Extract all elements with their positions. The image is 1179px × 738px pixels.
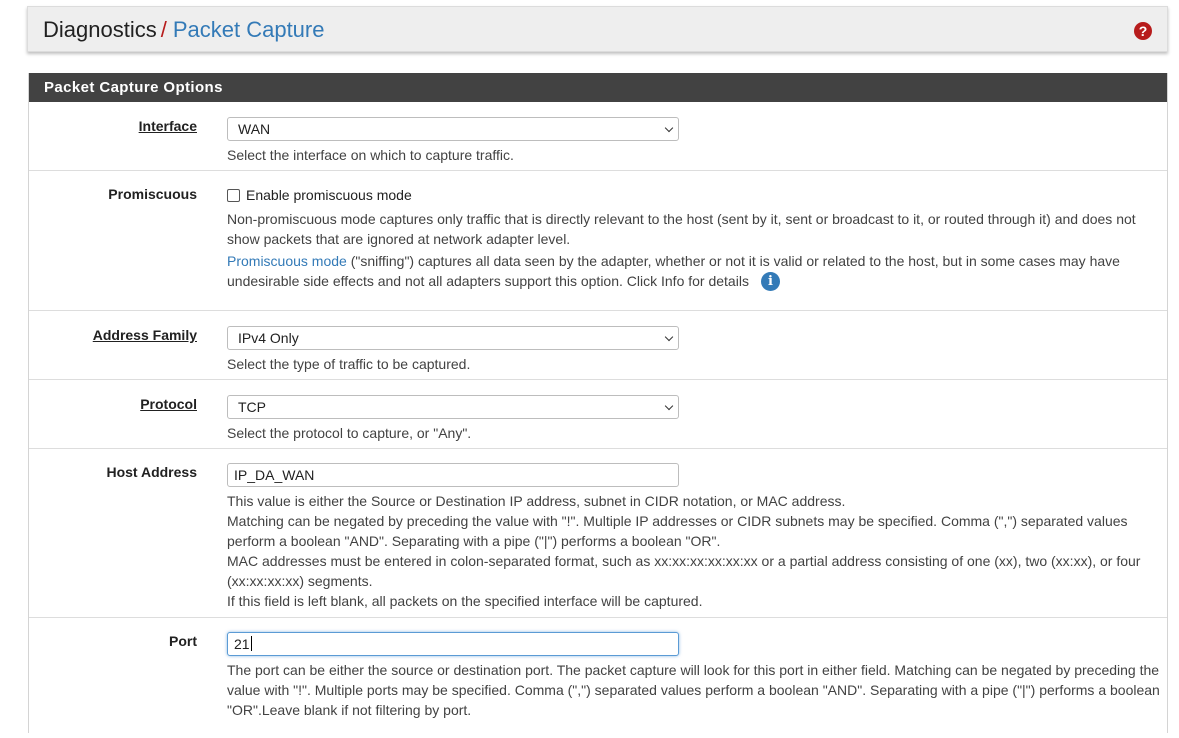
port-help: The port can be either the source or des…: [227, 662, 1160, 718]
breadcrumb-packet-capture[interactable]: Packet Capture: [173, 17, 325, 42]
host-address-input[interactable]: IP_DA_WAN: [227, 463, 679, 487]
chevron-down-icon: [664, 332, 674, 342]
chevron-down-icon: [664, 123, 674, 133]
address-family-row: Address Family IPv4 Only Select the type…: [29, 311, 1167, 380]
interface-select-value: WAN: [238, 121, 271, 137]
info-circle-icon[interactable]: i: [760, 272, 780, 291]
protocol-help: Select the protocol to capture, or "Any"…: [227, 425, 472, 441]
host-address-help-2: Matching can be negated by preceding the…: [227, 513, 1128, 549]
chevron-down-icon: [664, 401, 674, 411]
promiscuous-row: Promiscuous Enable promiscuous mode Non-…: [29, 171, 1167, 311]
promiscuous-checkbox[interactable]: [227, 189, 240, 202]
promiscuous-checkbox-label[interactable]: Enable promiscuous mode: [246, 187, 412, 203]
question-circle-icon[interactable]: ?: [1134, 22, 1152, 40]
port-input-value: 21: [234, 636, 250, 652]
address-family-label: Address Family: [92, 327, 197, 343]
protocol-select-value: TCP: [238, 399, 266, 415]
promiscuous-mode-link[interactable]: Promiscuous mode: [227, 253, 347, 269]
protocol-row: Protocol TCP Select the protocol to capt…: [29, 380, 1167, 449]
promiscuous-help-1: Non-promiscuous mode captures only traff…: [227, 211, 1136, 247]
address-family-select-value: IPv4 Only: [238, 330, 299, 346]
port-input[interactable]: 21: [227, 632, 679, 656]
address-family-select[interactable]: IPv4 Only: [227, 326, 679, 350]
page-header: Diagnostics / Packet Capture ?: [27, 6, 1168, 52]
interface-row: Interface WAN Select the interface on wh…: [29, 102, 1167, 171]
address-family-help: Select the type of traffic to be capture…: [227, 356, 471, 372]
protocol-label: Protocol: [140, 396, 197, 412]
port-label: Port: [169, 633, 197, 649]
host-address-help-1: This value is either the Source or Desti…: [227, 493, 846, 509]
interface-select[interactable]: WAN: [227, 117, 679, 141]
text-caret: [250, 636, 252, 651]
host-address-row: Host Address IP_DA_WAN This value is eit…: [29, 449, 1167, 618]
promiscuous-help: Non-promiscuous mode captures only traff…: [227, 209, 1162, 291]
host-address-label: Host Address: [106, 464, 197, 480]
panel-title: Packet Capture Options: [29, 73, 1167, 102]
promiscuous-label: Promiscuous: [108, 186, 197, 202]
host-address-help: This value is either the Source or Desti…: [227, 491, 1162, 611]
interface-label: Interface: [138, 118, 197, 134]
interface-help: Select the interface on which to capture…: [227, 147, 514, 163]
host-address-help-3: MAC addresses must be entered in colon-s…: [227, 553, 1141, 589]
protocol-select[interactable]: TCP: [227, 395, 679, 419]
promiscuous-help-2: Promiscuous mode ("sniffing") captures a…: [227, 251, 1162, 291]
promiscuous-help-2-text: ("sniffing") captures all data seen by t…: [227, 253, 1120, 289]
promiscuous-checkbox-wrap[interactable]: Enable promiscuous mode: [227, 186, 412, 204]
breadcrumb-diagnostics[interactable]: Diagnostics: [43, 17, 157, 42]
port-row: Port 21 The port can be either the sourc…: [29, 618, 1167, 738]
breadcrumb: Diagnostics / Packet Capture: [43, 17, 324, 43]
packet-capture-options-panel: Packet Capture Options Interface WAN Sel…: [28, 73, 1168, 733]
host-address-help-4: If this field is left blank, all packets…: [227, 593, 703, 609]
breadcrumb-separator: /: [160, 17, 167, 42]
